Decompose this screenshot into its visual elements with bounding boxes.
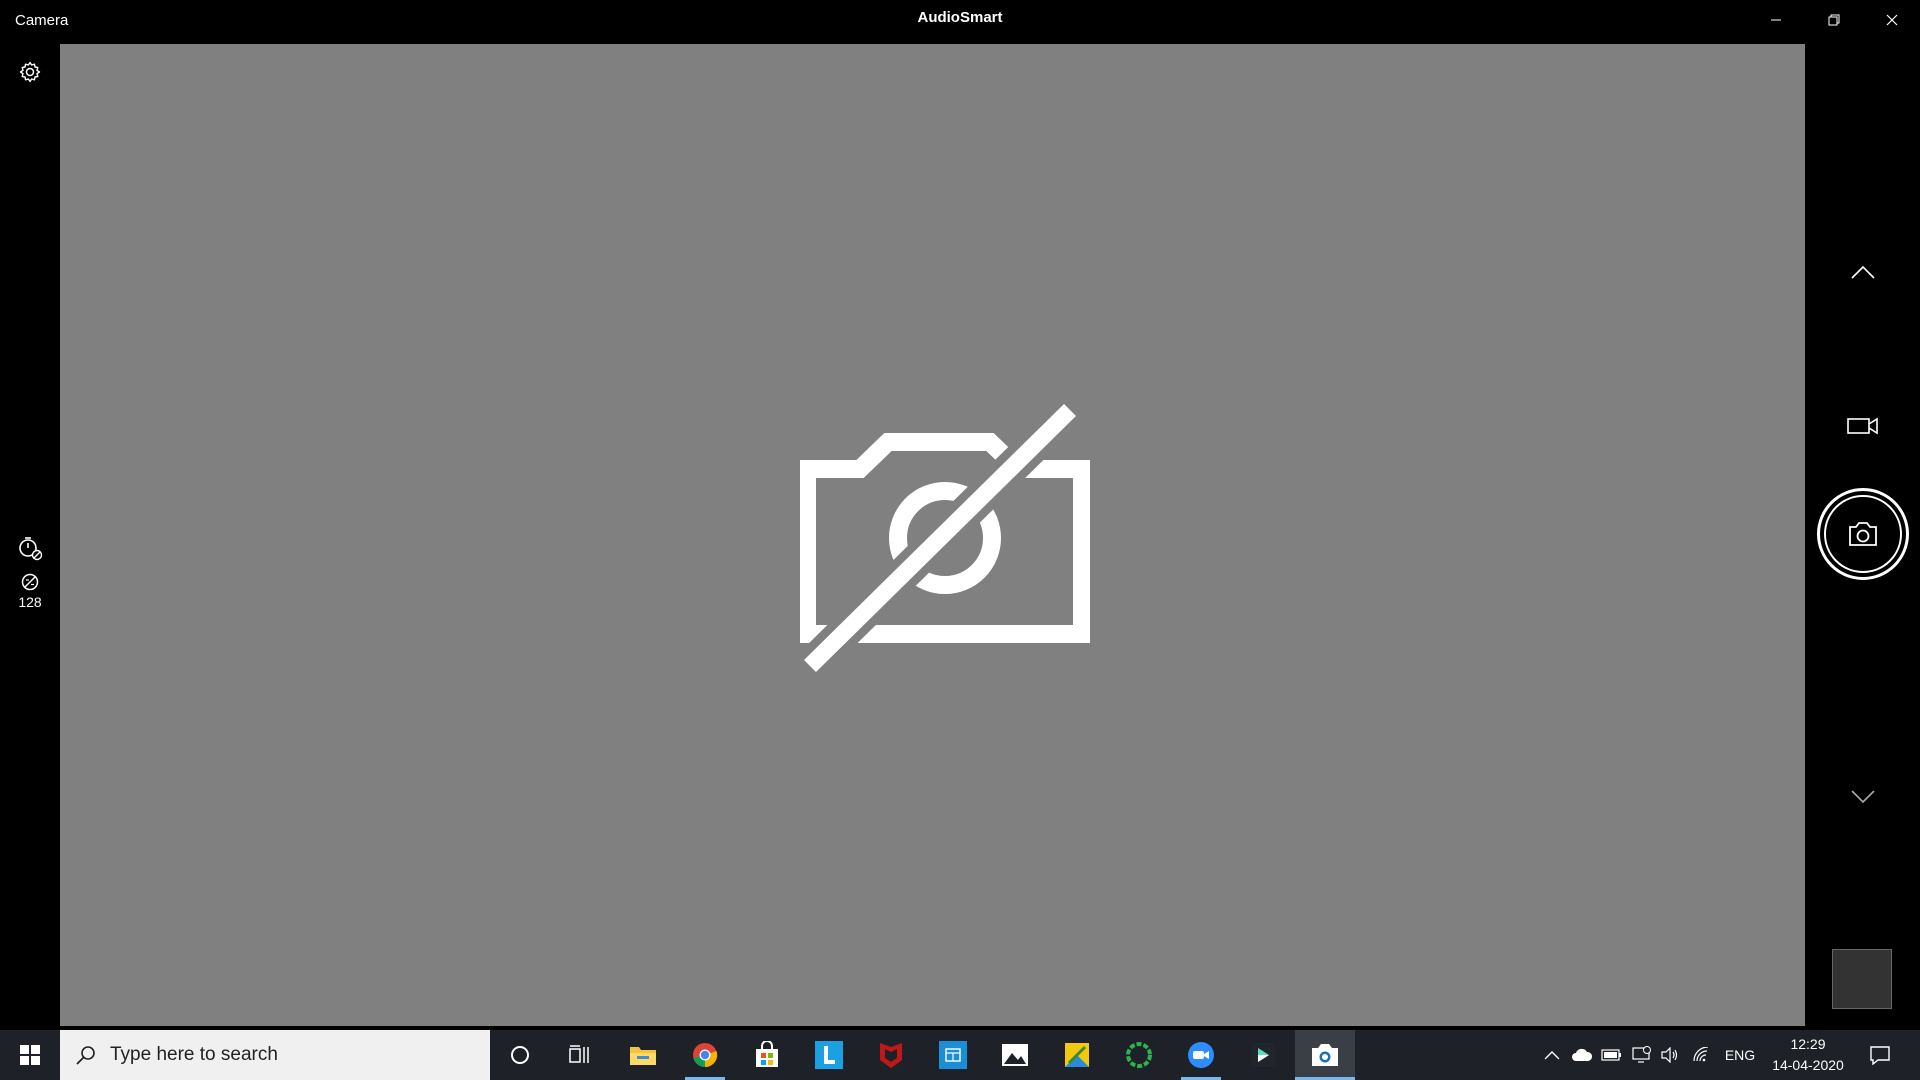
restore-button[interactable] xyxy=(1806,0,1862,40)
chevron-up-icon xyxy=(1544,1051,1560,1060)
task-view-button[interactable] xyxy=(550,1030,610,1080)
left-control-rail: 128 xyxy=(0,44,60,1030)
camera-preview xyxy=(60,44,1805,1026)
network-tray[interactable] xyxy=(1688,1030,1716,1080)
language-label: ENG xyxy=(1724,1047,1756,1063)
app-name: Camera xyxy=(15,12,69,29)
minimize-button[interactable] xyxy=(1748,0,1804,40)
show-hidden-icons-button[interactable] xyxy=(1538,1030,1566,1080)
search-input[interactable] xyxy=(110,1044,470,1066)
photos-icon xyxy=(1002,1044,1028,1066)
taskbar-clock[interactable]: 12:29 14-04-2020 xyxy=(1766,1034,1850,1076)
camera-app-window: Camera AudioSmart 128 xyxy=(0,0,1920,1030)
zoom-icon xyxy=(1188,1042,1214,1068)
input-language-button[interactable]: ENG xyxy=(1720,1030,1760,1080)
l-app-icon xyxy=(815,1041,843,1069)
restore-icon xyxy=(1828,14,1840,26)
taskbar-zoom[interactable] xyxy=(1171,1030,1231,1080)
onedrive-tray[interactable] xyxy=(1568,1030,1596,1080)
taskbar-file-explorer[interactable] xyxy=(613,1030,673,1080)
timer-off-icon xyxy=(19,537,43,561)
brightness-icon xyxy=(21,573,39,591)
start-button[interactable] xyxy=(0,1030,60,1080)
blue-app-icon xyxy=(939,1041,967,1069)
monitor-shield-icon xyxy=(1632,1046,1651,1063)
windows-logo-icon xyxy=(20,1045,40,1065)
cortana-circle-icon xyxy=(511,1046,529,1064)
volume-tray[interactable] xyxy=(1656,1030,1684,1080)
security-tray[interactable] xyxy=(1628,1030,1656,1080)
take-photo-button[interactable] xyxy=(1817,488,1909,580)
taskbar-chrome[interactable] xyxy=(675,1030,735,1080)
chevron-down-icon xyxy=(1851,790,1875,804)
battery-icon xyxy=(1601,1049,1621,1061)
chrome-icon xyxy=(693,1043,718,1068)
video-camera-icon xyxy=(1847,417,1878,435)
photo-timer-button[interactable] xyxy=(10,530,50,566)
title-bar: Camera AudioSmart xyxy=(0,0,1920,44)
taskbar: ENG 12:29 14-04-2020 xyxy=(0,1030,1920,1080)
window-title: AudioSmart xyxy=(917,9,1003,26)
taskbar-camera[interactable] xyxy=(1295,1030,1355,1080)
clock-date: 14-04-2020 xyxy=(1772,1057,1844,1073)
scroll-down-button[interactable] xyxy=(1835,776,1891,816)
filmora-icon xyxy=(1251,1043,1275,1067)
green-ring-app-icon xyxy=(1126,1042,1152,1068)
taskbar-photos[interactable] xyxy=(985,1030,1045,1080)
cortana-button[interactable] xyxy=(490,1030,550,1080)
sticky-app-icon xyxy=(1065,1043,1089,1067)
taskbar-search-box[interactable] xyxy=(60,1030,490,1080)
camera-icon xyxy=(1849,522,1877,546)
taskbar-blue-app[interactable] xyxy=(923,1030,983,1080)
cloud-icon xyxy=(1572,1048,1593,1061)
settings-button[interactable] xyxy=(10,54,50,90)
mcafee-icon xyxy=(880,1043,902,1068)
video-mode-button[interactable] xyxy=(1835,406,1891,446)
action-center-button[interactable] xyxy=(1860,1030,1900,1080)
right-control-rail xyxy=(1805,44,1920,1030)
camera-app-icon xyxy=(1312,1044,1338,1066)
notification-icon xyxy=(1870,1046,1890,1065)
task-view-icon xyxy=(569,1045,589,1063)
microsoft-store-icon xyxy=(756,1041,778,1067)
close-button[interactable] xyxy=(1864,0,1920,40)
brightness-button[interactable]: 128 xyxy=(6,572,54,628)
close-icon xyxy=(1886,14,1898,26)
taskbar-l-app[interactable] xyxy=(799,1030,859,1080)
minimize-icon xyxy=(1771,19,1781,21)
file-explorer-icon xyxy=(630,1047,656,1065)
gear-icon xyxy=(19,61,41,83)
clock-time: 12:29 xyxy=(1790,1036,1826,1052)
taskbar-green-ring-app[interactable] xyxy=(1109,1030,1169,1080)
battery-tray[interactable] xyxy=(1598,1030,1626,1080)
photo-thumbnail[interactable] xyxy=(1832,949,1892,1009)
search-icon xyxy=(76,1046,95,1065)
wifi-icon xyxy=(1693,1047,1709,1062)
taskbar-filmora[interactable] xyxy=(1233,1030,1293,1080)
brightness-value: 128 xyxy=(18,594,42,610)
chevron-up-icon xyxy=(1851,265,1875,279)
taskbar-microsoft-store[interactable] xyxy=(737,1030,797,1080)
camera-off-icon xyxy=(800,404,1090,674)
speaker-icon xyxy=(1661,1047,1678,1063)
taskbar-sticky-app[interactable] xyxy=(1047,1030,1107,1080)
scroll-up-button[interactable] xyxy=(1835,252,1891,292)
taskbar-mcafee[interactable] xyxy=(861,1030,921,1080)
